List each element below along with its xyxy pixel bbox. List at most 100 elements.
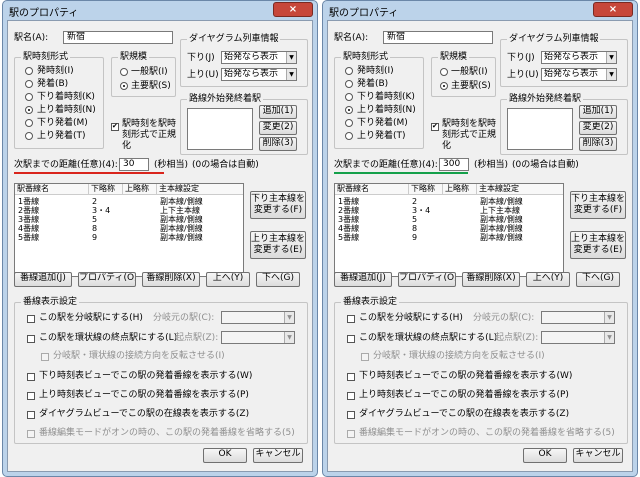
track-header-name[interactable]: 駅番線名 <box>15 184 89 195</box>
radio-format-2[interactable] <box>345 93 353 101</box>
diagram-view-checkbox[interactable] <box>347 411 355 419</box>
change-button[interactable]: 変更(2) <box>579 121 617 135</box>
origin-select[interactable]: ▼ <box>221 331 295 344</box>
down-select[interactable]: 始発なら表示 ▼ <box>541 51 617 64</box>
move-down-button[interactable]: 下へ(G) <box>256 272 300 287</box>
down-main-button[interactable]: 下り主本線を変更する(F) <box>570 191 626 219</box>
chevron-down-icon: ▼ <box>606 69 616 80</box>
radio-scale-1[interactable] <box>120 82 128 90</box>
track-header-up[interactable]: 上略称 <box>123 184 157 195</box>
move-down-button[interactable]: 下へ(G) <box>576 272 620 287</box>
loop-checkbox[interactable] <box>27 335 35 343</box>
normalize-checkbox[interactable] <box>431 122 439 131</box>
down-view-checkbox[interactable] <box>27 373 35 381</box>
radio-format-0[interactable] <box>25 67 33 75</box>
move-up-button[interactable]: 上へ(Y) <box>526 272 570 287</box>
track-list[interactable]: 駅番線名 下略称 上略称 主本線設定 1番線 2 副本線/側線 2番線 3・4 上下主本… <box>14 183 244 277</box>
diagram-view-checkbox[interactable] <box>27 411 35 419</box>
origin-select[interactable]: ▼ <box>541 331 615 344</box>
down-view-checkbox[interactable] <box>347 373 355 381</box>
ok-button[interactable]: OK <box>203 448 247 463</box>
up-select[interactable]: 始発なら表示 ▼ <box>541 68 617 81</box>
radio-format-5[interactable] <box>25 132 33 140</box>
branch-checkbox[interactable] <box>27 315 35 323</box>
diagram-group: ダイヤグラム列車情報 下り(J) 始発なら表示 ▼ 上り(U) 始発なら表示 ▼ <box>180 34 308 87</box>
add-button[interactable]: 追加(1) <box>259 105 297 119</box>
edit-mode-checkbox[interactable] <box>27 430 35 438</box>
radio-format-3[interactable] <box>25 106 33 114</box>
track-header-main[interactable]: 主本線設定 <box>477 184 563 195</box>
track-delete-button[interactable]: 番線削除(X) <box>462 272 520 287</box>
track-list[interactable]: 駅番線名 下略称 上略称 主本線設定 1番線 2 副本線/側線 2番線 3・4 上下主本… <box>334 183 564 277</box>
radio-format-4[interactable] <box>345 119 353 127</box>
normalize-checkbox[interactable] <box>111 122 119 131</box>
dialog-right: 駅のプロパティ × 駅名(A): 新宿 駅時刻形式 発時刻(I) 発着(B) 下… <box>322 0 638 477</box>
up-main-button[interactable]: 上り主本線を変更する(E) <box>570 231 626 259</box>
down-select[interactable]: 始発なら表示 ▼ <box>221 51 297 64</box>
move-up-button[interactable]: 上へ(Y) <box>206 272 250 287</box>
radio-format-0-label: 発時刻(I) <box>37 66 74 76</box>
table-row-cell: 副本線/側線 <box>480 215 523 224</box>
ok-button[interactable]: OK <box>523 448 567 463</box>
close-button[interactable]: × <box>593 2 633 17</box>
format-group: 駅時刻形式 発時刻(I) 発着(B) 下り着時刻(K) 上り着時刻(N) 下り発… <box>14 52 104 149</box>
radio-format-0[interactable] <box>345 67 353 75</box>
radio-scale-1[interactable] <box>440 82 448 90</box>
track-properties-button[interactable]: プロパティ(O) <box>78 272 136 287</box>
up-label: 上り(U) <box>187 70 219 80</box>
up-label: 上り(U) <box>507 70 539 80</box>
radio-format-3[interactable] <box>345 106 353 114</box>
track-header-down[interactable]: 下略称 <box>89 184 123 195</box>
track-add-button[interactable]: 番線追加(J) <box>14 272 72 287</box>
track-properties-button[interactable]: プロパティ(O) <box>398 272 456 287</box>
add-button[interactable]: 追加(1) <box>579 105 617 119</box>
radio-format-4[interactable] <box>25 119 33 127</box>
cancel-button[interactable]: キャンセル <box>253 448 303 463</box>
scale-group: 駅規模 一般駅(I) 主要駅(S) <box>431 52 496 97</box>
cancel-button[interactable]: キャンセル <box>573 448 623 463</box>
up-view-checkbox[interactable] <box>27 392 35 400</box>
close-button[interactable]: × <box>273 2 313 17</box>
track-header-down[interactable]: 下略称 <box>409 184 443 195</box>
radio-scale-0[interactable] <box>120 68 128 76</box>
branch-source-select[interactable]: ▼ <box>221 311 295 324</box>
up-select[interactable]: 始発なら表示 ▼ <box>221 68 297 81</box>
distance-label: 次駅までの距離(任意)(4): <box>14 160 118 170</box>
track-header-main[interactable]: 主本線設定 <box>157 184 243 195</box>
radio-format-1[interactable] <box>345 80 353 88</box>
change-button[interactable]: 変更(2) <box>259 121 297 135</box>
distance-input[interactable]: 300 <box>439 158 469 171</box>
station-name-input[interactable]: 新宿 <box>383 31 493 44</box>
loop-checkbox[interactable] <box>347 335 355 343</box>
edit-mode-checkbox[interactable] <box>347 430 355 438</box>
up-main-button[interactable]: 上り主本線を変更する(E) <box>250 231 306 259</box>
delete-button[interactable]: 削除(3) <box>259 137 297 151</box>
radio-format-2-label: 下り着時刻(K) <box>357 92 415 102</box>
track-header-up[interactable]: 上略称 <box>443 184 477 195</box>
scale-group-label: 駅規模 <box>118 52 150 63</box>
delete-button[interactable]: 削除(3) <box>579 137 617 151</box>
radio-format-5-label: 上り発着(T) <box>37 131 86 141</box>
down-main-button[interactable]: 下り主本線を変更する(F) <box>250 191 306 219</box>
radio-format-2[interactable] <box>25 93 33 101</box>
station-name-input[interactable]: 新宿 <box>63 31 173 44</box>
up-view-checkbox[interactable] <box>347 392 355 400</box>
distance-input[interactable]: 30 <box>119 158 149 171</box>
format-group-label: 駅時刻形式 <box>21 52 71 63</box>
radio-format-1[interactable] <box>25 80 33 88</box>
track-display-group: 番線表示設定 この駅を分岐駅にする(H) 分岐元の駅(C): ▼ この駅を環状線… <box>14 297 308 444</box>
outside-station-list[interactable] <box>187 108 253 150</box>
reverse-checkbox[interactable] <box>41 353 49 361</box>
table-row-cell: 3番線 <box>18 215 40 224</box>
radio-scale-0[interactable] <box>440 68 448 76</box>
track-add-button[interactable]: 番線追加(J) <box>334 272 392 287</box>
branch-source-select[interactable]: ▼ <box>541 311 615 324</box>
track-header-name[interactable]: 駅番線名 <box>335 184 409 195</box>
radio-format-5[interactable] <box>345 132 353 140</box>
reverse-checkbox[interactable] <box>361 353 369 361</box>
diagram-group: ダイヤグラム列車情報 下り(J) 始発なら表示 ▼ 上り(U) 始発なら表示 ▼ <box>500 34 628 87</box>
outside-station-list[interactable] <box>507 108 573 150</box>
radio-format-5-label: 上り発着(T) <box>357 131 406 141</box>
branch-checkbox[interactable] <box>347 315 355 323</box>
track-delete-button[interactable]: 番線削除(X) <box>142 272 200 287</box>
